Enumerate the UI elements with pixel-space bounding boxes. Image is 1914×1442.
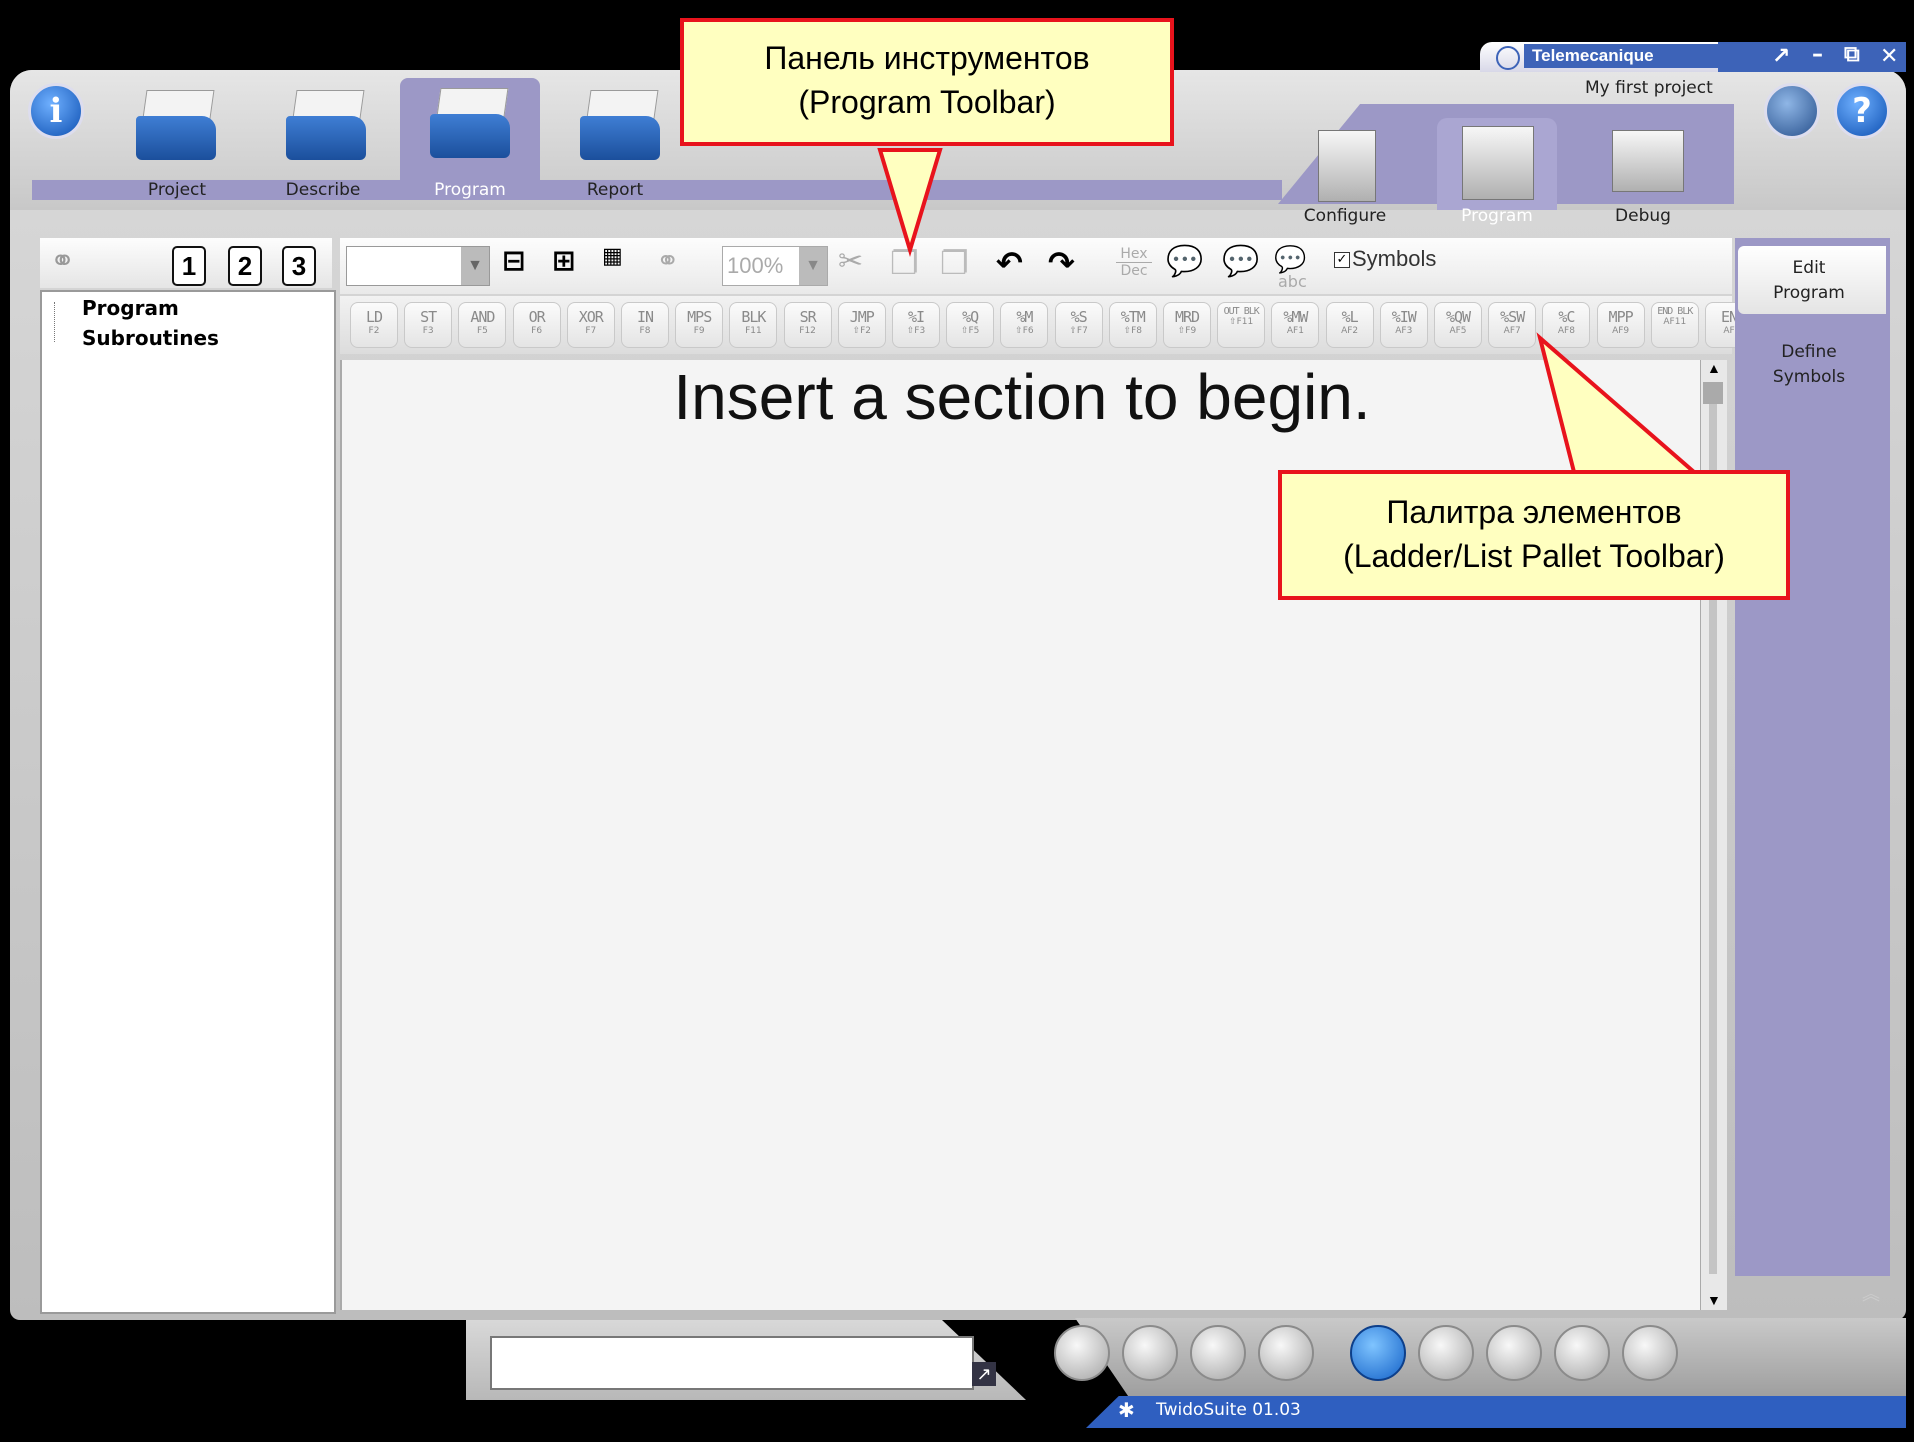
palette-callout-pointer [1536, 332, 1700, 474]
toolbar-callout-pointer [877, 148, 943, 257]
toolbar-callout: Панель инструментов (Program Toolbar) [680, 18, 1174, 146]
callout-pointers [877, 148, 1700, 474]
palette-callout: Палитра элементов (Ladder/List Pallet To… [1278, 470, 1790, 600]
